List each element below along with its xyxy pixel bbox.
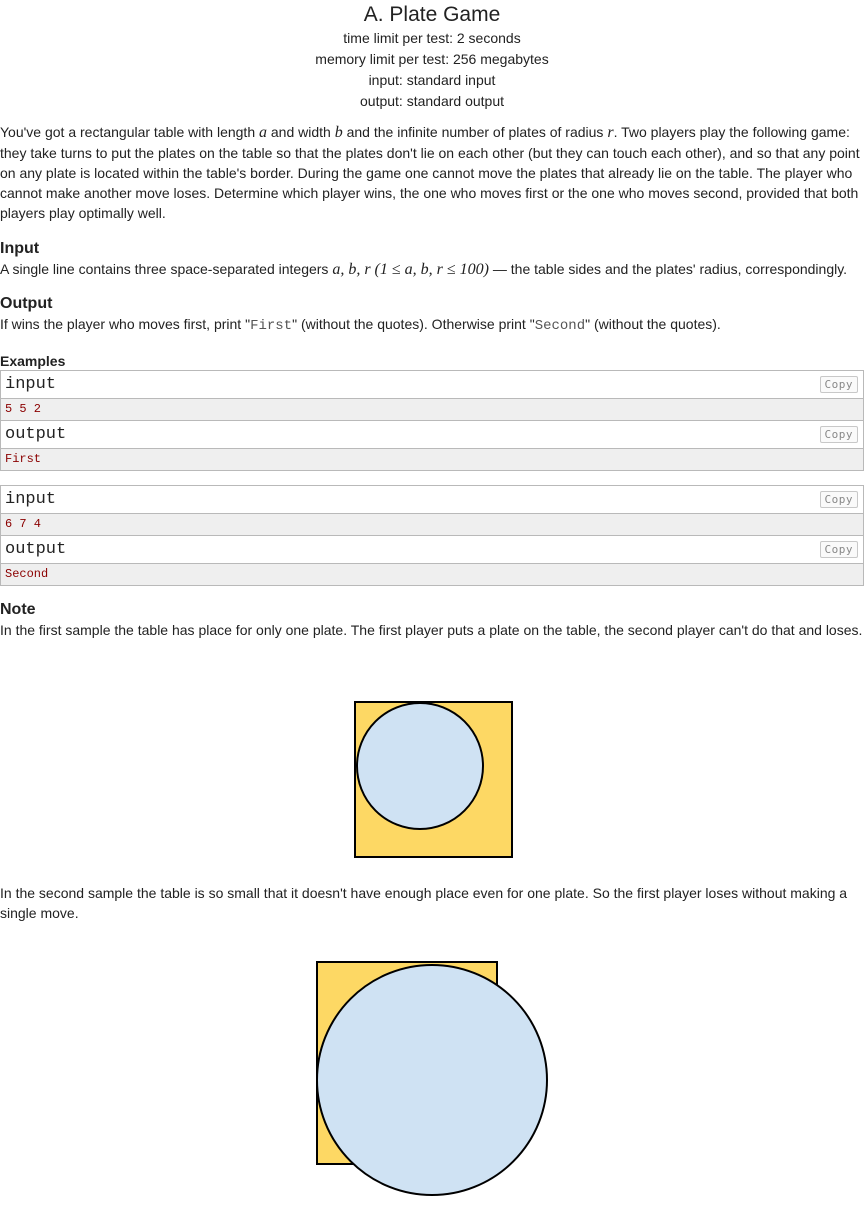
sample-output-header: output Copy xyxy=(1,421,863,449)
var-a: a xyxy=(259,124,267,141)
problem-title: A. Plate Game xyxy=(363,3,501,26)
memory-limit: memory limit per test: 256 megabytes xyxy=(315,51,549,67)
sample-output-label: output xyxy=(5,540,67,559)
plate-circle xyxy=(316,964,548,1196)
note-text-1: In the first sample the table has place … xyxy=(0,622,863,638)
sample-input-value: 6 7 4 xyxy=(1,514,863,536)
sample-test-2: input Copy 6 7 4 output Copy Second xyxy=(0,485,864,586)
var-b: b xyxy=(334,124,343,141)
sample-input-header: input Copy xyxy=(1,371,863,399)
copy-output-button[interactable]: Copy xyxy=(819,426,858,443)
figure-sample-1 xyxy=(354,701,513,858)
note-title: Note xyxy=(0,601,36,618)
sample-output-label: output xyxy=(5,425,67,444)
output-section: Output If wins the player who moves firs… xyxy=(0,294,864,336)
plate-circle xyxy=(356,702,484,830)
sample-test-1: input Copy 5 5 2 output Copy First xyxy=(0,370,864,471)
input-section: Input A single line contains three space… xyxy=(0,239,864,280)
figure-sample-2 xyxy=(316,961,548,1196)
output-spec: output: standard output xyxy=(360,93,504,109)
code-first: First xyxy=(250,318,293,334)
time-limit: time limit per test: 2 seconds xyxy=(343,30,521,46)
input-description: A single line contains three space-separ… xyxy=(0,261,848,278)
copy-input-button[interactable]: Copy xyxy=(819,491,858,508)
input-section-title: Input xyxy=(0,240,40,257)
problem-header: A. Plate Game time limit per test: 2 sec… xyxy=(0,2,864,112)
input-spec: input: standard input xyxy=(368,72,496,88)
sample-input-label: input xyxy=(5,490,57,509)
sample-output-header: output Copy xyxy=(1,536,863,564)
output-section-title: Output xyxy=(0,295,53,312)
problem-statement: You've got a rectangular table with leng… xyxy=(0,124,860,221)
code-second: Second xyxy=(534,318,586,334)
note-section: Note In the first sample the table has p… xyxy=(0,600,864,640)
sample-output-value: Second xyxy=(1,564,863,585)
sample-input-label: input xyxy=(5,375,57,394)
sample-output-value: First xyxy=(1,449,863,470)
sample-input-header: input Copy xyxy=(1,486,863,514)
output-description: If wins the player who moves first, prin… xyxy=(0,316,721,334)
copy-output-button[interactable]: Copy xyxy=(819,541,858,558)
sample-input-value: 5 5 2 xyxy=(1,399,863,421)
note-text-2: In the second sample the table is so sma… xyxy=(0,885,848,921)
input-constraints: a, b, r (1 ≤ a, b, r ≤ 100) xyxy=(332,261,489,278)
examples-title: Examples xyxy=(0,353,66,369)
copy-input-button[interactable]: Copy xyxy=(819,376,858,393)
